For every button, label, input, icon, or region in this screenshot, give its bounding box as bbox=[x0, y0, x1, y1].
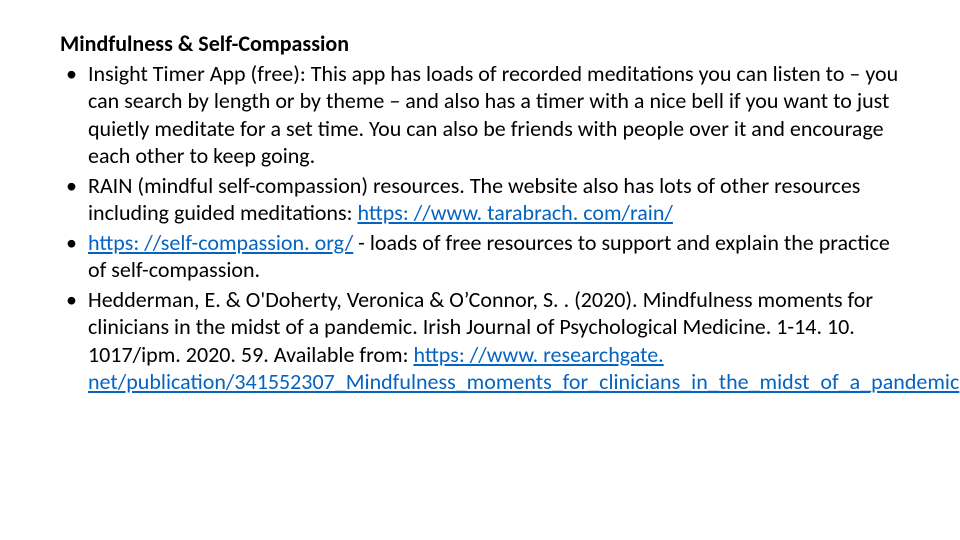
list-item: RAIN (mindful self-compassion) resources… bbox=[60, 172, 900, 227]
slide: Mindfulness & Self-Compassion Insight Ti… bbox=[0, 0, 960, 540]
link-tarabrach[interactable]: https: //www. tarabrach. com/rain/ bbox=[357, 199, 672, 226]
list-item: Hedderman, E. & O'Doherty, Veronica & O’… bbox=[60, 286, 900, 396]
link-self-compassion[interactable]: https: //self-compassion. org/ bbox=[88, 229, 353, 256]
list-item: https: //self-compassion. org/ - loads o… bbox=[60, 229, 900, 284]
section-heading: Mindfulness & Self-Compassion bbox=[60, 30, 900, 58]
bullet-list: Insight Timer App (free): This app has l… bbox=[60, 60, 900, 396]
bullet-text: Insight Timer App (free): This app has l… bbox=[88, 60, 898, 170]
list-item: Insight Timer App (free): This app has l… bbox=[60, 60, 900, 170]
